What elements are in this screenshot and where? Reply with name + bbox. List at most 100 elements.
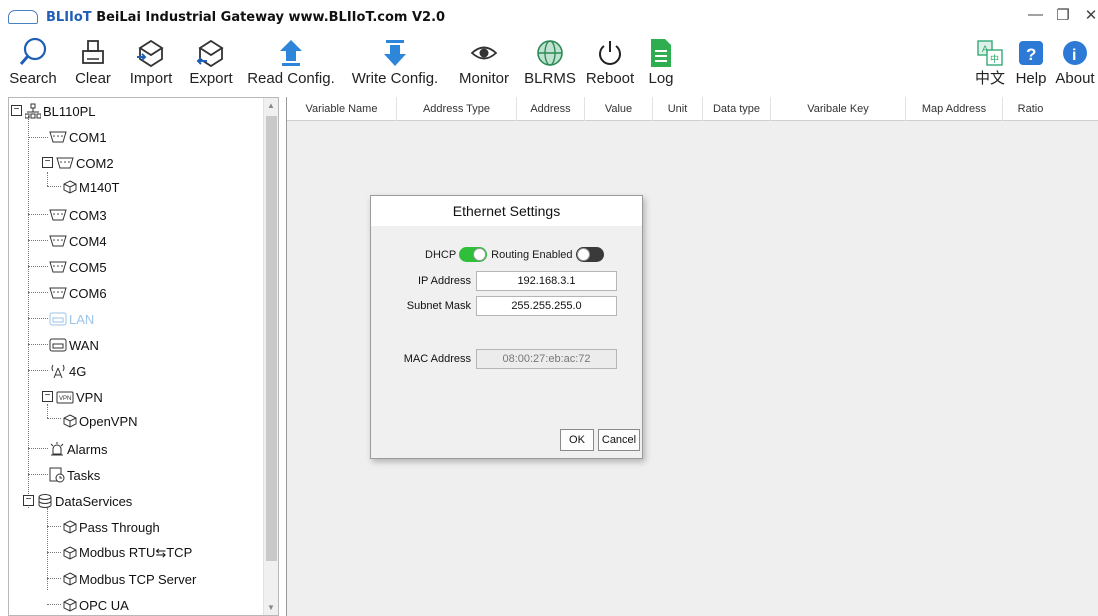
tree-node-com5[interactable]: COM5 [49, 257, 107, 277]
dhcp-row: DHCP Routing Enabled [425, 247, 604, 262]
monitor-button[interactable]: Monitor [448, 34, 520, 92]
tree-node-4g[interactable]: 4G [49, 361, 86, 381]
tree-node-dataservices[interactable]: DataServices [37, 491, 132, 511]
write-config-label: Write Config. [351, 70, 439, 87]
collapse-dataservices-icon[interactable]: − [23, 495, 34, 506]
serial-port-icon [49, 131, 67, 143]
import-button[interactable]: Import [120, 34, 182, 92]
clear-button[interactable]: Clear [66, 34, 120, 92]
tree-node-alarms[interactable]: Alarms [49, 439, 107, 459]
tree-node-lan[interactable]: LAN [49, 309, 94, 329]
window-controls: — ❐ ✕ [1028, 6, 1098, 24]
search-button[interactable]: Search [0, 34, 66, 92]
tree-scroll-thumb[interactable] [266, 116, 277, 561]
language-button[interactable]: A中 中文 [970, 34, 1010, 92]
globe-icon [537, 40, 563, 66]
routing-toggle[interactable] [575, 247, 604, 262]
tree-node-root[interactable]: BL110PL [25, 101, 96, 121]
tree-node-modbus-rtu-tcp[interactable]: Modbus RTU⇆TCP [63, 543, 192, 563]
scroll-up-icon[interactable]: ▲ [267, 101, 275, 110]
info-icon: i [1063, 41, 1087, 65]
import-label: Import [129, 70, 173, 87]
column-header[interactable]: Varibale Key [771, 97, 906, 121]
network-icon [25, 103, 41, 119]
tree-node-label: COM3 [69, 207, 107, 223]
read-config-button[interactable]: Read Config. [240, 34, 342, 92]
help-label: Help [1015, 70, 1047, 87]
task-clock-icon [49, 467, 65, 483]
export-button[interactable]: Export [182, 34, 240, 92]
tree-node-com6[interactable]: COM6 [49, 283, 107, 303]
collapse-root-icon[interactable]: − [11, 105, 22, 116]
scroll-down-icon[interactable]: ▼ [267, 603, 275, 612]
about-button[interactable]: i About [1052, 34, 1098, 92]
column-header[interactable]: Value [585, 97, 653, 121]
tree-node-m140t[interactable]: M140T [63, 177, 119, 197]
serial-port-icon [49, 209, 67, 221]
column-header[interactable]: Map Address [906, 97, 1003, 121]
tree-node-vpn[interactable]: VPN VPN [56, 387, 103, 407]
svg-text:i: i [1072, 47, 1076, 64]
tree-node-label: COM6 [69, 285, 107, 301]
log-button[interactable]: Log [640, 34, 682, 92]
help-button[interactable]: ? Help [1010, 34, 1052, 92]
device-tree[interactable]: − BL110PL COM1 − COM2 M140T COM3 COM4 CO… [8, 97, 279, 616]
tree-node-openvpn[interactable]: OpenVPN [63, 411, 138, 431]
tree-node-com4[interactable]: COM4 [49, 231, 107, 251]
subnet-mask-field[interactable]: 255.255.255.0 [476, 296, 617, 316]
column-header[interactable]: Ratio [1003, 97, 1058, 121]
tree-node-label: Tasks [67, 467, 101, 483]
clear-icon [82, 40, 104, 64]
write-config-button[interactable]: Write Config. [342, 34, 448, 92]
reboot-button[interactable]: Reboot [580, 34, 640, 92]
tree-node-label: DataServices [55, 493, 133, 509]
eye-icon [470, 46, 498, 60]
export-label: Export [189, 70, 233, 87]
device-cube-icon [63, 180, 77, 194]
serial-port-icon [49, 287, 67, 299]
mac-address-field: 08:00:27:eb:ac:72 [476, 349, 617, 369]
cancel-button[interactable]: Cancel [598, 429, 640, 451]
tree-node-label: 4G [69, 363, 87, 379]
blrms-label: BLRMS [524, 70, 576, 87]
dhcp-toggle[interactable] [459, 247, 488, 262]
tree-node-label: LAN [69, 311, 95, 327]
column-header[interactable]: Address [517, 97, 585, 121]
collapse-com2-icon[interactable]: − [42, 157, 53, 168]
subnet-mask-label: Subnet Mask [406, 300, 471, 312]
blrms-button[interactable]: BLRMS [520, 34, 580, 92]
mac-address-label: MAC Address [403, 353, 471, 365]
tree-node-com1[interactable]: COM1 [49, 127, 107, 147]
vpn-icon: VPN [56, 391, 74, 403]
column-header[interactable]: Address Type [397, 97, 517, 121]
ok-button[interactable]: OK [560, 429, 594, 451]
serial-port-icon [49, 261, 67, 273]
svg-text:VPN: VPN [59, 396, 71, 402]
collapse-vpn-icon[interactable]: − [42, 391, 53, 402]
svg-text:中: 中 [990, 53, 999, 64]
restore-icon[interactable]: ❐ [1056, 6, 1070, 24]
close-icon[interactable]: ✕ [1084, 6, 1098, 24]
column-header[interactable]: Unit [653, 97, 703, 121]
database-icon [38, 494, 52, 508]
power-icon [599, 41, 621, 65]
column-header[interactable]: Data type [703, 97, 771, 121]
toolbar: Search Clear Import Export Read Config. … [0, 34, 1098, 92]
tree-node-opcua[interactable]: OPC UA [63, 595, 129, 615]
tree-scrollbar[interactable]: ▲ ▼ [263, 98, 278, 615]
tree-node-passthrough[interactable]: Pass Through [63, 517, 160, 537]
tree-node-wan[interactable]: WAN [49, 335, 99, 355]
column-header[interactable]: Variable Name [287, 97, 397, 121]
tree-node-com3[interactable]: COM3 [49, 205, 107, 225]
antenna-icon [51, 364, 65, 379]
ip-address-field[interactable]: 192.168.3.1 [476, 271, 617, 291]
tree-node-com2[interactable]: COM2 [56, 153, 114, 173]
upload-icon [280, 40, 302, 66]
tree-node-label: COM1 [69, 129, 107, 145]
export-icon [196, 39, 224, 68]
minimize-icon[interactable]: — [1028, 6, 1043, 24]
tree-node-modbus-tcp-server[interactable]: Modbus TCP Server [63, 569, 196, 589]
tree-node-tasks[interactable]: Tasks [49, 465, 100, 485]
serial-port-icon [56, 157, 74, 169]
